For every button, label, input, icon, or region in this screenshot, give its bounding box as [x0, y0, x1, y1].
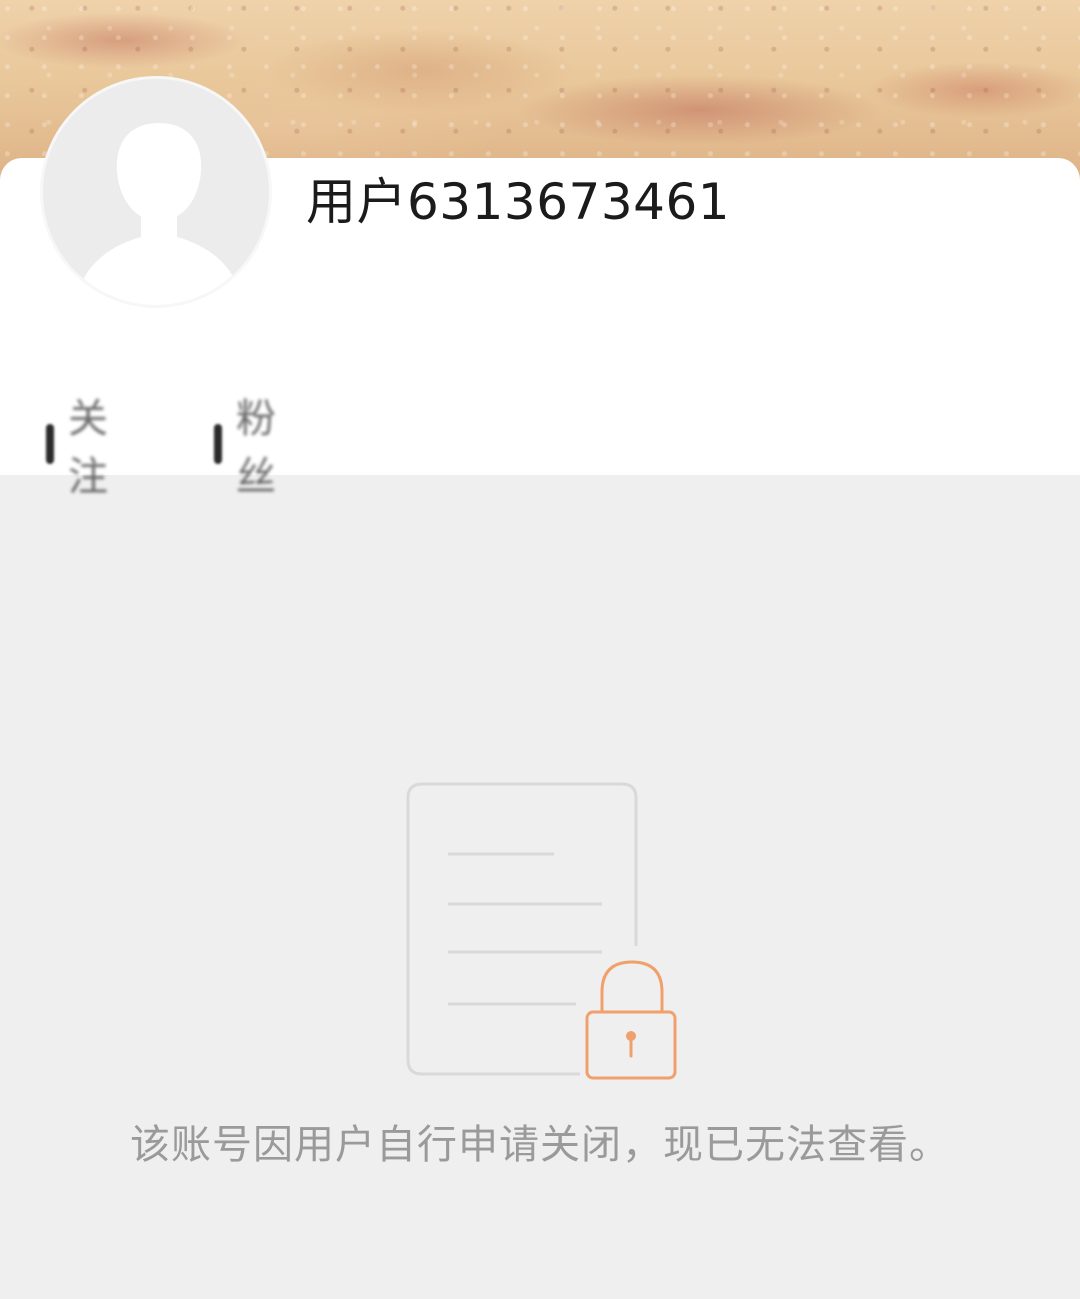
following-stat[interactable]: 关注 [46, 396, 116, 500]
following-label: 关注 [68, 396, 110, 500]
default-avatar-icon [43, 79, 269, 305]
username: 用户6313673461 [306, 173, 731, 231]
followers-count [214, 424, 222, 464]
followers-stat[interactable]: 粉丝 [214, 396, 284, 500]
followers-label: 粉丝 [236, 396, 278, 500]
locked-document-icon [404, 780, 680, 1082]
following-count [46, 424, 54, 464]
profile-page: 用户6313673461 关注 粉丝 该账号因用户自行申请关闭，现已无法查看。 [0, 0, 1080, 1299]
account-closed-message: 该账号因用户自行申请关闭，现已无法查看。 [130, 1122, 950, 1168]
avatar[interactable] [40, 76, 272, 308]
